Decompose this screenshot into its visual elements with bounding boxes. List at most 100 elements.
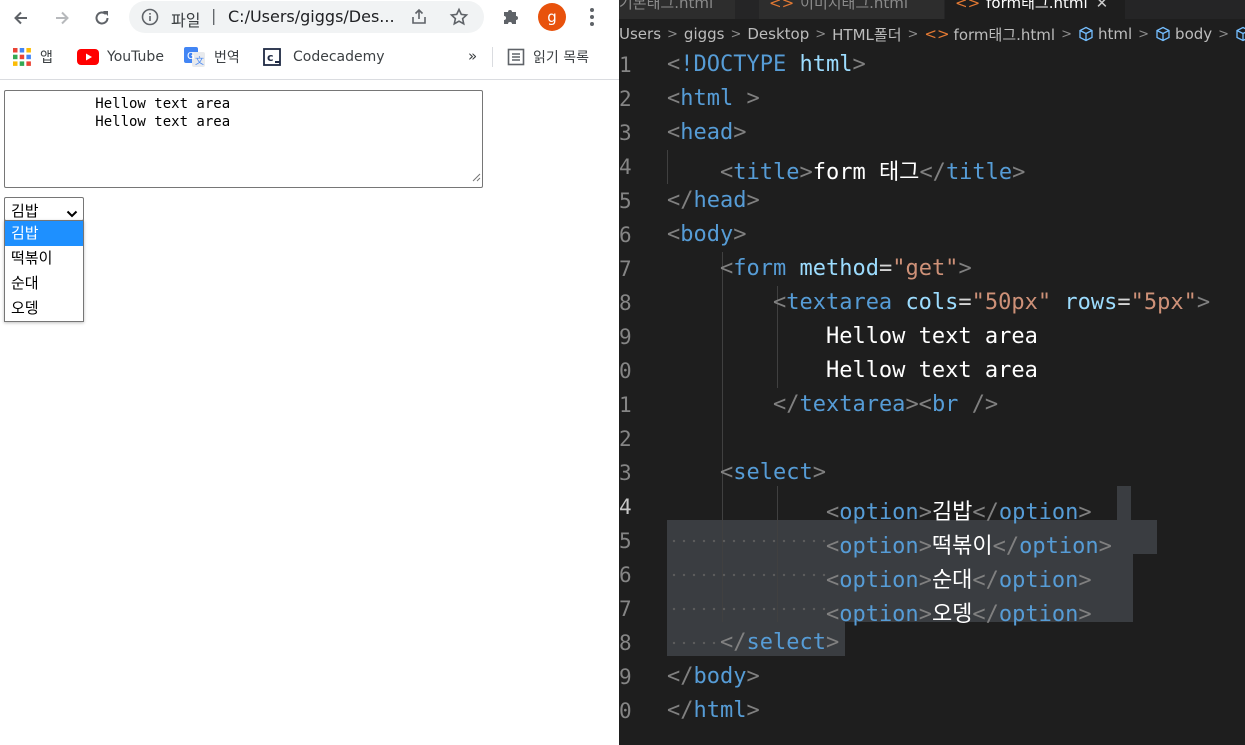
code-token: html xyxy=(693,698,747,723)
select-option-sundae[interactable]: 순대 xyxy=(5,271,83,296)
info-icon[interactable] xyxy=(141,8,159,30)
code-token: br xyxy=(931,392,959,417)
close-icon[interactable]: ✕ xyxy=(1096,0,1109,12)
code-token: option xyxy=(998,602,1079,627)
code-token: form 태그 xyxy=(812,160,920,185)
extensions-puzzle-icon[interactable] xyxy=(500,6,522,32)
reload-button[interactable] xyxy=(88,5,116,31)
code-token: body xyxy=(693,664,747,689)
tab-basic-tags[interactable]: 기본태그.html xyxy=(619,0,735,19)
code-line: 2 xyxy=(619,422,1245,456)
code-token: 김밥 xyxy=(931,500,973,525)
line-number: 8 xyxy=(619,631,632,655)
bookmark-apps[interactable]: 앱 xyxy=(12,46,53,68)
tab-label: form태그.html xyxy=(986,0,1088,12)
tab-label: 이미지태그.html xyxy=(800,0,909,12)
bookmark-youtube[interactable]: YouTube xyxy=(77,46,164,68)
address-bar[interactable]: 파일 | C:/Users/giggs/Des... xyxy=(129,1,484,33)
code-line: 3 <select> xyxy=(619,460,826,485)
code-token: option xyxy=(839,500,919,525)
resize-grip-icon[interactable] xyxy=(471,167,481,186)
select-option-odeng[interactable]: 오뎅 xyxy=(5,296,83,321)
demo-textarea[interactable]: Hellow text area Hellow text area xyxy=(4,90,483,188)
line-number: 2 xyxy=(619,427,632,451)
breadcrumb-item[interactable]: html xyxy=(1098,25,1132,43)
line-number: 4 xyxy=(619,155,632,179)
html-file-icon: <> xyxy=(924,25,950,43)
share-icon[interactable] xyxy=(409,7,429,31)
code-token: 오뎅 xyxy=(931,602,973,627)
breadcrumb-item[interactable]: Users xyxy=(619,25,661,43)
line-number: 3 xyxy=(619,461,632,485)
breadcrumb-item[interactable]: HTML폴더 xyxy=(832,24,901,45)
code-token: title xyxy=(733,160,800,185)
symbol-cube-icon xyxy=(1078,26,1094,42)
bookmark-star-icon[interactable] xyxy=(449,7,469,31)
select-option-tteokbokki[interactable]: 떡볶이 xyxy=(5,246,83,271)
chevron-right-icon: > xyxy=(1218,26,1230,42)
code-line: 5 </head> xyxy=(619,188,760,213)
browser-toolbar: 파일 | C:/Users/giggs/Des... g xyxy=(0,0,619,36)
translate-icon: G文 xyxy=(184,47,206,67)
code-token: !DOCTYPE xyxy=(680,52,787,77)
bookmark-label: Codecademy xyxy=(293,49,385,65)
profile-avatar[interactable]: g xyxy=(538,3,566,31)
code-token: head xyxy=(680,120,734,145)
select-option-kimbap[interactable]: 김밥 xyxy=(5,221,83,246)
code-line: 0 </html> xyxy=(619,698,760,723)
breadcrumb-item[interactable]: giggs xyxy=(684,25,725,43)
code-token: option xyxy=(839,534,919,559)
chevron-right-icon: > xyxy=(907,26,919,42)
apps-grid-icon xyxy=(12,47,32,67)
line-number: 5 xyxy=(619,189,632,213)
code-line: 3 <head> xyxy=(619,120,747,145)
code-line: 2 <html > xyxy=(619,86,760,111)
bookmark-translate[interactable]: G文 번역 xyxy=(184,46,240,68)
line-number: 0 xyxy=(619,699,632,723)
svg-text:文: 文 xyxy=(195,55,204,67)
line-number: 6 xyxy=(619,563,632,587)
tab-label: 기본태그.html xyxy=(619,0,714,12)
code-token: textarea xyxy=(786,290,893,315)
svg-text:c: c xyxy=(267,51,274,64)
textarea-line: Hellow text area xyxy=(11,96,231,112)
line-number: 2 xyxy=(619,87,632,111)
bookmarks-overflow-button[interactable]: » xyxy=(468,47,477,65)
code-token: title xyxy=(945,160,1013,185)
breadcrumb-item[interactable]: Desktop xyxy=(747,25,809,43)
chevron-right-icon: > xyxy=(730,26,742,42)
tab-form-tags[interactable]: <> form태그.html ✕ xyxy=(945,0,1125,19)
bookmark-codecademy[interactable]: c Codecademy xyxy=(263,46,385,68)
code-line: 1 </textarea><br /> xyxy=(619,392,999,417)
back-button[interactable] xyxy=(7,5,35,31)
select-value: 김밥 xyxy=(11,202,39,220)
code-line: 6 <body> xyxy=(619,222,747,247)
more-menu-icon[interactable] xyxy=(583,6,601,32)
breadcrumb-item[interactable]: form태그.html xyxy=(954,24,1056,45)
line-number: 3 xyxy=(619,121,632,145)
line-number: 1 xyxy=(619,393,632,417)
code-line: 1 <!DOCTYPE html> xyxy=(619,52,866,77)
line-number: 9 xyxy=(619,325,632,349)
url-scheme-label: 파일 xyxy=(171,11,201,30)
line-number: 0 xyxy=(619,359,632,383)
textarea-line: Hellow text area xyxy=(11,114,231,130)
food-select[interactable]: 김밥 xyxy=(4,197,84,221)
breadcrumb-item[interactable]: body xyxy=(1175,25,1212,43)
code-line: 5 <option>떡볶이</option> xyxy=(619,529,1112,559)
line-number: 7 xyxy=(619,597,632,621)
tab-image-tags[interactable]: <> 이미지태그.html xyxy=(759,0,944,19)
code-token: "50px" xyxy=(971,290,1052,315)
code-line: 6 <option>순대</option> xyxy=(619,563,1092,593)
reading-list-button[interactable]: 읽기 목록 xyxy=(507,46,589,68)
chevron-right-icon: > xyxy=(1138,26,1150,42)
url-text[interactable]: C:/Users/giggs/Des... xyxy=(228,7,395,26)
code-line: 0 Hellow text area xyxy=(619,354,1245,388)
html-file-icon: <> xyxy=(769,0,795,12)
toolbar-border xyxy=(0,79,619,80)
forward-button[interactable] xyxy=(48,5,76,31)
line-number: 1 xyxy=(619,53,632,77)
line-number: 7 xyxy=(619,257,632,281)
code-token: rows xyxy=(1064,290,1118,315)
code-token: select xyxy=(733,460,813,485)
